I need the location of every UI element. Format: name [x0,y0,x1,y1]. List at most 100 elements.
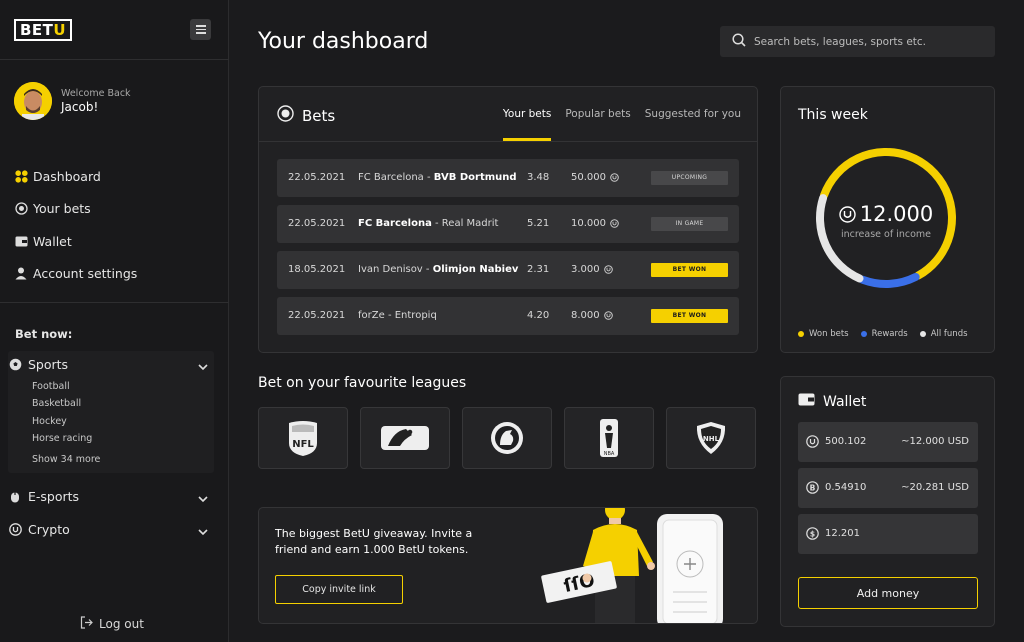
logout-label: Log out [99,617,144,631]
logout-icon [80,616,93,632]
add-money-button[interactable]: Add money [798,577,978,609]
sport-basketball[interactable]: Basketball [32,397,100,414]
promo-card: The biggest BetU giveaway. Invite a frie… [258,507,758,624]
legend-rewards: Rewards [860,329,908,339]
betu-coin-icon [610,219,619,228]
search-icon [732,32,746,51]
svg-text:NHL: NHL [703,435,720,443]
sport-football[interactable]: Football [32,380,100,397]
promo-text: The biggest BetU giveaway. Invite a frie… [275,527,473,556]
betu-coin-icon [8,523,22,537]
bet-match: FC Barcelona - BVB Dortmund [358,172,517,183]
chart-legend: Won bets Rewards All funds [798,329,980,339]
status-badge: BET WON [651,309,728,323]
tab-popular-bets[interactable]: Popular bets [565,108,630,141]
nfl-logo-icon: NFL [289,421,317,456]
tab-your-bets[interactable]: Your bets [502,108,552,141]
target-icon [14,202,28,216]
nav-account-settings[interactable]: Account settings [14,264,137,284]
user-icon [14,267,28,281]
sidebar-divider [0,59,229,60]
betu-coin-icon [603,311,613,320]
nav-wallet[interactable]: Wallet [14,231,137,251]
hamburger-icon [195,25,206,27]
chevron-down-icon[interactable] [198,524,208,539]
svg-text:NBA: NBA [604,451,615,457]
wallet-icon [798,393,815,410]
league-mlb[interactable] [360,407,450,469]
nhl-logo-icon: NHL [696,422,726,454]
bets-card: Bets Your bets Popular bets Suggested fo… [258,86,758,353]
brand-logo[interactable]: BET U [14,18,73,42]
tab-suggested[interactable]: Suggested for you [645,108,741,141]
table-row[interactable]: 22.05.2021 FC Barcelona - BVB Dortmund 3… [277,159,739,197]
search-bar[interactable] [720,26,995,57]
category-label: Crypto [28,522,70,537]
chevron-down-icon[interactable] [198,491,208,506]
user-profile[interactable]: Welcome Back Jacob! [14,82,131,120]
chevron-down-icon[interactable] [198,359,208,374]
betu-coin-icon [839,205,856,223]
logout-button[interactable]: Log out [80,616,144,632]
this-week-title: This week [798,107,868,123]
bitcoin-icon: B [806,481,819,497]
menu-toggle-button[interactable] [190,19,211,40]
table-row[interactable]: 18.05.2021 Ivan Denisov - Olimjon Nabiev… [277,251,739,289]
income-subtitle: increase of income [840,229,932,240]
bet-match: Ivan Denisov - Olimjon Nabiev [358,264,519,275]
wallet-row[interactable]: B 0.54910 ~20.281 USD [798,468,978,508]
search-input[interactable] [754,35,984,48]
nav-label: Your bets [33,201,91,216]
page-title: Your dashboard [258,29,429,54]
bets-title: Bets [302,106,336,125]
dashboard-grid-icon [14,169,28,183]
category-esports[interactable]: E-sports [8,489,212,504]
nav-label: Wallet [33,233,72,249]
category-crypto[interactable]: Crypto [8,522,212,537]
show-more-link[interactable]: Show 34 more [32,453,100,470]
wallet-row[interactable]: 500.102 ~12.000 USD [798,422,978,462]
nav-your-bets[interactable]: Your bets [14,199,137,219]
bet-date: 22.05.2021 [288,218,346,229]
nav-label: Account settings [33,266,138,281]
target-icon [277,105,294,126]
wallet-amount: 12.201 [825,528,860,539]
bet-match: FC Barcelona - Real Madrit [358,218,499,229]
copy-invite-link-button[interactable]: Copy invite link [275,575,403,604]
nav-dashboard[interactable]: Dashboard [14,166,137,186]
betu-coin-icon [603,265,613,274]
bet-odds: 4.20 [527,310,550,321]
league-nba[interactable]: NBA [564,407,654,469]
wallet-amount: 0.54910 [825,482,867,493]
wallet-usd: ~12.000 USD [901,436,969,447]
mlb-logo-icon [381,426,429,450]
sports-sublist: Football Basketball Hockey Horse racing … [32,380,100,470]
sport-hockey[interactable]: Hockey [32,415,100,432]
dollar-icon: $ [806,527,819,543]
category-label: E-sports [28,489,80,504]
league-nhl[interactable]: NHL [666,407,756,469]
bet-now-heading: Bet now: [15,327,73,341]
betu-coin-icon [806,435,819,451]
promo-illustration: ſſO [541,508,723,623]
table-row[interactable]: 22.05.2021 FC Barcelona - Real Madrit 5.… [277,205,739,243]
svg-text:B: B [810,483,816,492]
sport-horse-racing[interactable]: Horse racing [32,432,100,449]
svg-text:$: $ [810,529,815,538]
svg-text:NFL: NFL [292,439,314,450]
wallet-row[interactable]: $ 12.201 [798,514,978,554]
wallet-amount: 500.102 [825,436,867,447]
avatar [14,82,52,120]
bet-date: 18.05.2021 [288,264,346,275]
user-name: Jacob! [61,100,99,114]
category-sports[interactable]: Sports [8,357,212,372]
income-value: 12.000 [813,202,959,226]
league-premier-league[interactable] [462,407,552,469]
bet-stake: 50.000 [571,172,619,183]
league-nfl[interactable]: NFL [258,407,348,469]
soccer-ball-icon [8,358,22,372]
welcome-text: Welcome Back [61,88,131,99]
bet-date: 22.05.2021 [288,172,346,183]
bets-tabs: Your bets Popular bets Suggested for you [489,108,741,141]
table-row[interactable]: 22.05.2021 forZe - Entropiq 4.20 8.000 B… [277,297,739,335]
